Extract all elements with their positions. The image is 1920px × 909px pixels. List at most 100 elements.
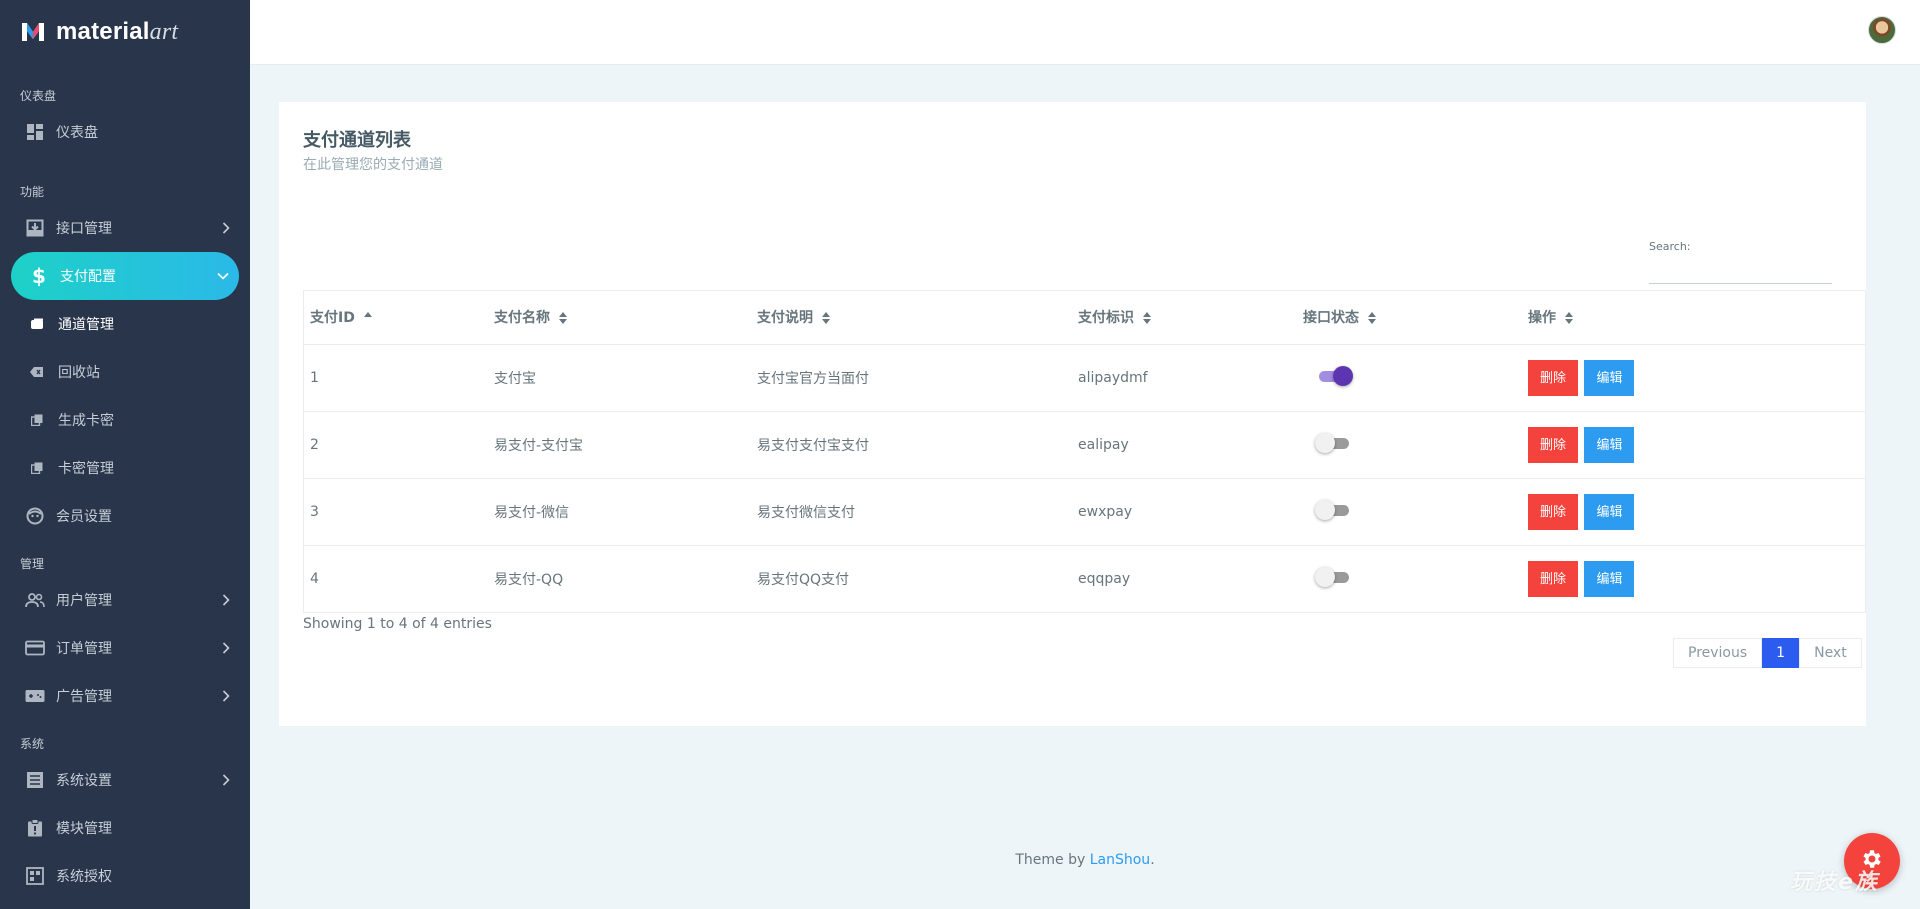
chevron-right-icon [220,222,232,234]
watermark: 玩技e族 [1790,870,1879,895]
sidebar-item-member[interactable]: 会员设置 [0,492,250,540]
sidebar-item-label: 订单管理 [56,641,112,657]
chevron-right-icon [220,594,232,606]
card-icon [30,317,44,331]
cell-status [1297,478,1522,546]
cell-code: ealipay [1072,411,1297,479]
chevron-down-icon [217,270,229,282]
sidebar-item-orders[interactable]: 订单管理 [0,624,250,672]
cell-id: 2 [304,411,488,479]
sidebar-subitem-label: 通道管理 [58,317,114,333]
sidebar-subitem-gen-card[interactable]: 生成卡密 [0,396,250,444]
column-header-status[interactable]: 接口状态 [1297,291,1522,345]
chevron-right-icon [220,774,232,786]
brand-name: materialart [56,18,179,45]
nav-caption-system: 系统 [20,737,45,751]
table-row: 3 易支付-微信 易支付微信支付 ewxpay 删除 编辑 [304,478,1865,546]
sidebar-item-label: 系统授权 [56,869,112,885]
list-box-icon [24,769,46,791]
column-header-desc[interactable]: 支付说明 [751,291,1072,345]
cell-actions: 删除 编辑 [1522,411,1865,479]
page-subtitle: 在此管理您的支付通道 [303,157,443,173]
chevron-right-icon [220,642,232,654]
sidebar-item-payment[interactable]: $ 支付配置 [11,252,239,300]
sidebar-item-dashboard[interactable]: 仪表盘 [0,108,250,156]
footer: Theme by LanShou. [250,852,1920,868]
sort-icon [558,312,568,325]
nav-caption-features: 功能 [20,185,45,199]
status-toggle[interactable] [1315,566,1351,587]
sort-icon [1564,312,1574,325]
topbar [250,0,1920,64]
sidebar-item-label: 会员设置 [56,509,112,525]
sidebar-item-users[interactable]: 用户管理 [0,576,250,624]
sidebar-item-label: 用户管理 [56,593,112,609]
sidebar-subitem-label: 卡密管理 [58,461,114,477]
cell-actions: 删除 编辑 [1522,478,1865,546]
cell-status [1297,411,1522,479]
sidebar-item-sys-settings[interactable]: 系统设置 [0,756,250,804]
credit-card-icon [24,637,46,659]
dashboard-icon [24,121,46,143]
inbox-download-icon [24,217,46,239]
sidebar-item-modules[interactable]: 模块管理 [0,804,250,852]
search-label: Search: [1649,240,1691,253]
footer-prefix: Theme by [1015,852,1090,868]
sidebar-subitem-channel[interactable]: 通道管理 [0,300,250,348]
people-icon [24,589,46,611]
sidebar-item-api[interactable]: 接口管理 [0,204,250,252]
page-title: 支付通道列表 [303,130,411,151]
sidebar-subitem-recycle[interactable]: 回收站 [0,348,250,396]
table-row: 4 易支付-QQ 易支付QQ支付 eqqpay 删除 编辑 [304,545,1865,613]
column-header-id[interactable]: 支付ID [304,291,488,345]
footer-suffix: . [1150,852,1155,868]
delete-button[interactable]: 删除 [1528,560,1579,597]
edit-button[interactable]: 编辑 [1584,359,1635,396]
brand[interactable]: materialart [0,0,250,64]
status-toggle[interactable] [1315,499,1351,520]
grid-icon [24,865,46,887]
column-header-actions[interactable]: 操作 [1522,291,1865,345]
pagination: Previous 1 Next [1673,638,1862,668]
sort-icon [821,312,831,325]
sidebar-item-auth[interactable]: 系统授权 [0,852,250,900]
delete-button[interactable]: 删除 [1528,426,1579,463]
cell-desc: 易支付支付宝支付 [751,411,1072,479]
edit-button[interactable]: 编辑 [1584,560,1635,597]
sidebar: materialart 仪表盘 仪表盘 功能 接口管理 $ 支付配置 通道管理 … [0,0,250,909]
pagination-page-1[interactable]: 1 [1762,638,1800,668]
sidebar-item-ads[interactable]: 广告管理 [0,672,250,720]
chevron-right-icon [220,690,232,702]
status-toggle[interactable] [1317,365,1353,386]
cell-code: ewxpay [1072,478,1297,546]
column-header-code[interactable]: 支付标识 [1072,291,1297,345]
edit-button[interactable]: 编辑 [1584,493,1635,530]
sort-icon [1367,312,1377,325]
delete-button[interactable]: 删除 [1528,359,1579,396]
cell-code: eqqpay [1072,545,1297,613]
sidebar-item-label: 系统设置 [56,773,112,789]
pagination-previous[interactable]: Previous [1673,638,1763,668]
avatar[interactable] [1868,16,1896,44]
cell-desc: 易支付QQ支付 [751,545,1072,613]
column-header-name[interactable]: 支付名称 [488,291,751,345]
cell-name: 易支付-微信 [488,478,751,546]
delete-button[interactable]: 删除 [1528,493,1579,530]
edit-button[interactable]: 编辑 [1584,426,1635,463]
face-icon [24,505,46,527]
sidebar-item-label: 支付配置 [60,269,116,285]
cell-status [1297,344,1522,412]
sidebar-item-label: 模块管理 [56,821,112,837]
status-toggle[interactable] [1315,432,1351,453]
table-info: Showing 1 to 4 of 4 entries [303,616,492,632]
pagination-next[interactable]: Next [1799,638,1862,668]
sidebar-subitem-card-manage[interactable]: 卡密管理 [0,444,250,492]
channel-table: 支付ID 支付名称 支付说明 支付标识 接口状态 操作 1 支付宝 支付宝官方当… [303,290,1866,613]
search-input[interactable] [1649,260,1832,284]
clipboard-alert-icon [24,817,46,839]
sort-asc-icon [363,312,373,324]
footer-theme-link[interactable]: LanShou [1090,852,1150,868]
copy-icon [30,413,44,427]
sidebar-subitem-label: 生成卡密 [58,413,114,429]
cell-id: 3 [304,478,488,546]
